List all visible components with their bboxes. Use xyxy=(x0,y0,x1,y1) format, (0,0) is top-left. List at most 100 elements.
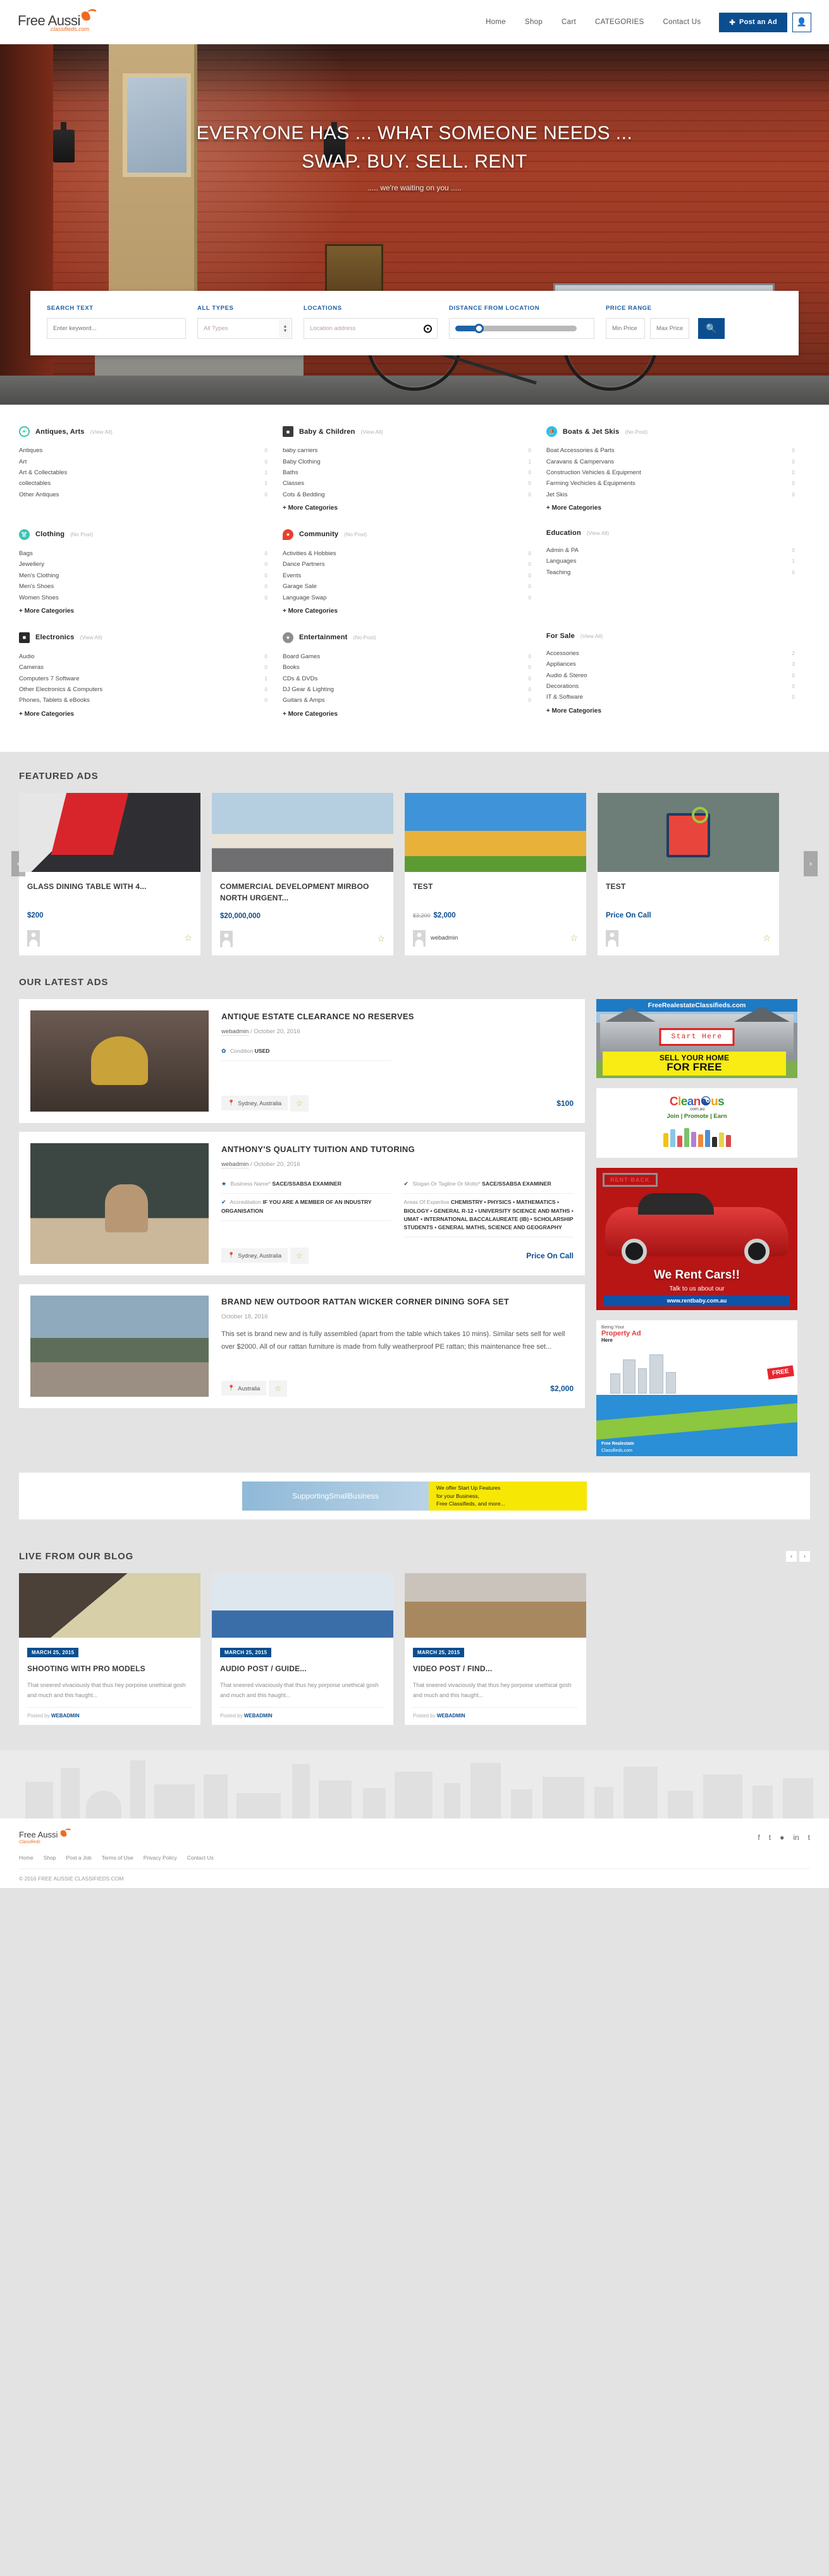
nav-item-contact-us[interactable]: Contact Us xyxy=(654,18,711,26)
linkedin-icon[interactable]: in xyxy=(793,1833,799,1842)
category-title[interactable]: Education xyxy=(546,529,581,537)
category-item[interactable]: Board Games 0 xyxy=(283,651,531,662)
category-item[interactable]: Jewellery 0 xyxy=(19,559,267,570)
category-title[interactable]: Antiques, Arts xyxy=(35,428,85,436)
category-item[interactable]: Dance Partners 0 xyxy=(283,559,531,570)
category-item[interactable]: collectables 1 xyxy=(19,478,267,489)
category-item[interactable]: Men's Shoes 0 xyxy=(19,581,267,592)
featured-card[interactable]: COMMERCIAL DEVELOPMENT MIRBOO NORTH URGE… xyxy=(212,792,393,955)
category-item[interactable]: Art & Collectables 1 xyxy=(19,467,267,478)
featured-next-button[interactable]: › xyxy=(804,850,818,876)
footer-link-post-a-job[interactable]: Post a Job xyxy=(66,1855,92,1861)
category-item[interactable]: Baths 0 xyxy=(283,467,531,478)
dribbble-icon[interactable]: ● xyxy=(780,1833,784,1842)
blog-card-title[interactable]: SHOOTING WITH PRO MODELS xyxy=(27,1663,192,1674)
category-item[interactable]: Other Antiques 0 xyxy=(19,489,267,500)
category-status[interactable]: (No Post) xyxy=(353,634,376,641)
category-item[interactable]: Baby Clothing 1 xyxy=(283,456,531,467)
listing-location[interactable]: 📍 Australia xyxy=(221,1381,267,1395)
sidebar-ad-realestate-2[interactable]: Being Your Property Ad Here FREE Free Re… xyxy=(596,1320,797,1456)
listing-item[interactable]: ANTIQUE ESTATE CLEARANCE NO RESERVES web… xyxy=(19,998,585,1123)
blog-card[interactable]: MARCH 25, 2015 AUDIO POST / GUIDE... Tha… xyxy=(212,1573,393,1726)
blog-card-author[interactable]: WEBADMIN xyxy=(51,1713,80,1719)
sidebar-ad-rentback[interactable]: RENT·BACK We Rent Cars!! Talk to us abou… xyxy=(596,1167,797,1310)
category-status[interactable]: (No Post) xyxy=(70,531,93,537)
sidebar-ad-realestate[interactable]: FreeRealestateClassifieds.com Start Here… xyxy=(596,998,797,1078)
listing-title[interactable]: ANTHONY'S QUALITY TUITION AND TUTORING xyxy=(221,1143,574,1156)
nav-item-home[interactable]: Home xyxy=(476,18,515,26)
favorite-star-icon[interactable]: ☆ xyxy=(570,933,578,943)
user-account-button[interactable]: 👤 xyxy=(792,12,811,32)
category-item[interactable]: Women Shoes 0 xyxy=(19,592,267,603)
category-status[interactable]: (View All) xyxy=(361,429,383,435)
blog-card-author[interactable]: WEBADMIN xyxy=(244,1713,273,1719)
category-status[interactable]: (No Post) xyxy=(344,531,367,537)
category-title[interactable]: Boats & Jet Skis xyxy=(563,428,619,436)
category-item[interactable]: Appliances 3 xyxy=(546,659,795,670)
more-categories-link[interactable]: + More Categories xyxy=(19,608,267,615)
category-status[interactable]: (View All) xyxy=(587,530,609,536)
more-categories-link[interactable]: + More Categories xyxy=(283,608,531,615)
category-item[interactable]: Cameras 0 xyxy=(19,662,267,673)
start-here-button[interactable]: Start Here xyxy=(659,1027,735,1046)
category-status[interactable]: (View All) xyxy=(90,429,113,435)
category-item[interactable]: Garage Sale 0 xyxy=(283,581,531,592)
category-title[interactable]: Baby & Children xyxy=(299,428,355,436)
category-item[interactable]: Men's Clothing 0 xyxy=(19,570,267,581)
tumblr-icon[interactable]: t xyxy=(808,1833,810,1842)
footer-link-home[interactable]: Home xyxy=(19,1855,34,1861)
more-categories-link[interactable]: + More Categories xyxy=(283,505,531,512)
featured-card[interactable]: GLASS DINING TABLE WITH 4... $200 ☆ xyxy=(19,792,200,955)
favorite-star-icon[interactable]: ☆ xyxy=(269,1380,287,1397)
blog-next-button[interactable]: › xyxy=(799,1550,810,1562)
blog-card-title[interactable]: VIDEO POST / FIND... xyxy=(413,1663,578,1674)
max-price-input[interactable] xyxy=(650,318,689,339)
blog-card[interactable]: MARCH 25, 2015 SHOOTING WITH PRO MODELS … xyxy=(19,1573,200,1726)
category-title[interactable]: For Sale xyxy=(546,632,575,640)
category-item[interactable]: Language Swap 0 xyxy=(283,592,531,603)
category-item[interactable]: Admin & PA 0 xyxy=(546,545,795,556)
category-item[interactable]: Other Electronics & Computers 0 xyxy=(19,684,267,695)
more-categories-link[interactable]: + More Categories xyxy=(546,505,795,512)
category-item[interactable]: Jet Skis 0 xyxy=(546,489,795,500)
category-item[interactable]: Boat Accessories & Parts 0 xyxy=(546,445,795,456)
category-item[interactable]: Farming Vechicles & Equipments 0 xyxy=(546,478,795,489)
category-item[interactable]: Computers 7 Software 1 xyxy=(19,673,267,684)
category-item[interactable]: Classes 0 xyxy=(283,478,531,489)
sidebar-ad-url[interactable]: www.rentbaby.com.au xyxy=(604,1294,790,1306)
more-categories-link[interactable]: + More Categories xyxy=(546,708,795,715)
category-item[interactable]: Events 0 xyxy=(283,570,531,581)
featured-card-user[interactable]: webadmin xyxy=(431,935,458,941)
listing-item[interactable]: ANTHONY'S QUALITY TUITION AND TUTORING w… xyxy=(19,1131,585,1275)
crosshair-icon[interactable] xyxy=(424,324,432,333)
footer-link-shop[interactable]: Shop xyxy=(44,1855,56,1861)
nav-item-cart[interactable]: Cart xyxy=(552,18,586,26)
listing-author[interactable]: webadmin xyxy=(221,1161,249,1169)
category-item[interactable]: Antiques 0 xyxy=(19,445,267,456)
listing-title[interactable]: BRAND NEW OUTDOOR RATTAN WICKER CORNER D… xyxy=(221,1296,574,1308)
more-categories-link[interactable]: + More Categories xyxy=(19,711,267,718)
category-status[interactable]: (View All) xyxy=(580,633,603,639)
category-item[interactable]: Languages 1 xyxy=(546,556,795,567)
category-item[interactable]: Activities & Hobbies 0 xyxy=(283,548,531,559)
search-button[interactable]: 🔍 xyxy=(698,318,725,339)
category-item[interactable]: Audio & Stereo 0 xyxy=(546,670,795,681)
category-item[interactable]: Accessories 2 xyxy=(546,648,795,659)
category-item[interactable]: baby carriers 0 xyxy=(283,445,531,456)
footer-link-privacy-policy[interactable]: Privacy Policy xyxy=(144,1855,177,1861)
category-item[interactable]: IT & Software 0 xyxy=(546,692,795,702)
location-input[interactable]: Location address xyxy=(304,318,438,339)
category-item[interactable]: Teaching 0 xyxy=(546,567,795,578)
category-item[interactable]: Audio 0 xyxy=(19,651,267,662)
featured-card[interactable]: TEST Price On Call ☆ xyxy=(598,792,779,955)
category-item[interactable]: Construction Vehicles & Equipment 0 xyxy=(546,467,795,478)
footer-logo[interactable]: Free Aussi Classifieds xyxy=(19,1830,73,1844)
blog-card-author[interactable]: WEBADMIN xyxy=(437,1713,465,1719)
category-item[interactable]: DJ Gear & Lighting 0 xyxy=(283,684,531,695)
footer-link-terms-of-use[interactable]: Terms of Use xyxy=(102,1855,133,1861)
category-status[interactable]: (No Post) xyxy=(625,429,648,435)
listing-location[interactable]: 📍 Sydney, Australia xyxy=(221,1248,288,1263)
category-item[interactable]: Books 0 xyxy=(283,662,531,673)
favorite-star-icon[interactable]: ☆ xyxy=(290,1247,309,1264)
footer-link-contact-us[interactable]: Contact Us xyxy=(187,1855,214,1861)
